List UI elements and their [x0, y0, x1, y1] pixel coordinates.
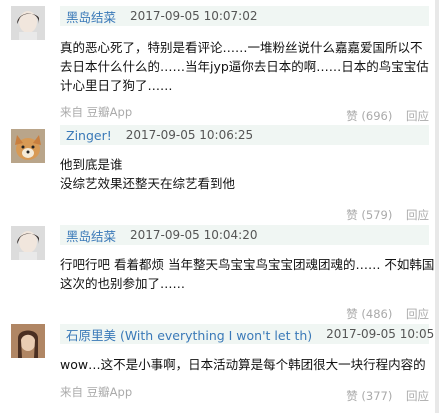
comment-item: 黑岛结菜 2017-09-05 10:04:20 行吧行吧 看着都烦 当年整天鸟… — [0, 220, 439, 321]
comment-actions: 赞 (696) 回应 — [346, 108, 429, 124]
comment-header: 黑岛结菜 2017-09-05 10:07:02 — [60, 6, 429, 26]
comment-header: 黑岛结菜 2017-09-05 10:04:20 — [60, 225, 429, 245]
comment-text: 行吧行吧 看着都烦 当年整天鸟宝宝鸟宝宝团魂团魂的…… 不如韩国 这次的也别参加… — [60, 255, 435, 293]
like-button[interactable]: 赞 (377) — [346, 389, 392, 403]
username-link[interactable]: 石原里美 (With everything I won't let th) — [66, 325, 312, 344]
like-button[interactable]: 赞 (486) — [346, 307, 392, 321]
reply-button[interactable]: 回应 — [406, 307, 429, 321]
comment-time: 2017-09-05 10:04:20 — [130, 228, 258, 242]
comment-time: 2017-09-05 10:06:25 — [125, 128, 254, 142]
comment-item: 石原里美 (With everything I won't let th) 20… — [0, 320, 439, 413]
comment-line: 没综艺效果还整天在综艺看到他 — [60, 176, 236, 191]
comment-header: 石原里美 (With everything I won't let th) 20… — [60, 324, 439, 344]
comment-line: 计心里日了狗了…… — [60, 78, 173, 93]
comment-time: 2017-09-05 10:07:02 — [130, 9, 258, 23]
comment-source: 来自 豆瓣App — [60, 385, 133, 399]
reply-button[interactable]: 回应 — [406, 109, 429, 123]
comment-line: 去日本什么什么的……当年jyp逼你去日本的啊……日本的鸟宝宝估 — [60, 59, 429, 74]
comment-actions: 赞 (377) 回应 — [346, 388, 429, 404]
comment-line: wow…这不是小事啊，日本活动算是每个韩团很大一块行程内容的 — [60, 357, 426, 372]
reply-button[interactable]: 回应 — [406, 389, 429, 403]
comment-item: Zinger! 2017-09-05 10:06:25 他到底是谁 没综艺效果还… — [0, 125, 439, 222]
comment-text: wow…这不是小事啊，日本活动算是每个韩团很大一块行程内容的 — [60, 355, 430, 374]
avatar[interactable] — [11, 324, 45, 358]
comment-line: 他到底是谁 — [60, 157, 123, 172]
comment-source: 来自 豆瓣App — [60, 105, 133, 119]
comment-text: 他到底是谁 没综艺效果还整天在综艺看到他 — [60, 155, 430, 193]
scrollbar[interactable] — [435, 0, 439, 413]
avatar[interactable] — [11, 129, 45, 163]
comment-text: 真的恶心死了，特别是看评论……一堆粉丝说什么嘉嘉爱国所以不 去日本什么什么的……… — [60, 38, 430, 95]
comment-line: 真的恶心死了，特别是看评论……一堆粉丝说什么嘉嘉爱国所以不 — [60, 40, 423, 55]
username-link[interactable]: 黑岛结菜 — [66, 7, 116, 26]
comment-time: 2017-09-05 10:05:31 — [326, 327, 439, 341]
comment-line: 这次的也别参加了…… — [60, 276, 186, 291]
username-link[interactable]: Zinger! — [66, 128, 112, 143]
username-link[interactable]: 黑岛结菜 — [66, 226, 116, 245]
comment-item: 黑岛结菜 2017-09-05 10:07:02 真的恶心死了，特别是看评论……… — [0, 0, 439, 125]
avatar[interactable] — [11, 6, 45, 40]
comment-line: 行吧行吧 看着都烦 当年整天鸟宝宝鸟宝宝团魂团魂的…… 不如韩国 — [60, 257, 435, 272]
avatar[interactable] — [11, 226, 45, 260]
comment-header: Zinger! 2017-09-05 10:06:25 — [60, 125, 429, 145]
like-button[interactable]: 赞 (696) — [346, 109, 392, 123]
